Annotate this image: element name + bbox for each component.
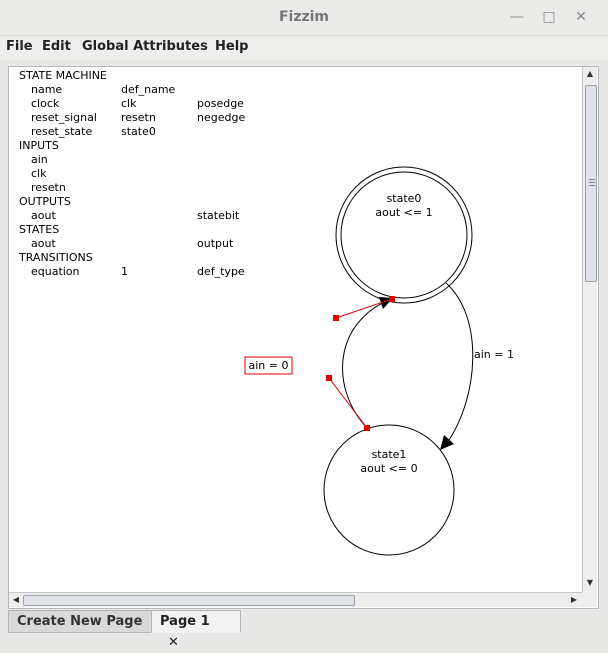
maximize-icon[interactable]: □ — [540, 8, 558, 26]
grip-line — [589, 182, 595, 183]
vertical-scroll-thumb[interactable] — [585, 85, 597, 282]
menu-file[interactable]: File — [6, 39, 33, 54]
tab-create-new-page[interactable]: Create New Page — [8, 610, 152, 633]
scroll-left-icon[interactable]: ◀ — [9, 593, 23, 607]
grip-line — [589, 185, 595, 186]
menu-bar: File Edit Global Attributes Help — [0, 36, 608, 60]
scroll-corner — [582, 592, 597, 607]
control-line — [335, 298, 393, 319]
state1-output: aout <= 0 — [360, 462, 417, 475]
state0-name: state0 — [387, 192, 422, 205]
menu-edit[interactable]: Edit — [42, 39, 71, 54]
control-handle[interactable] — [333, 315, 339, 321]
transition-1-to-0-label[interactable]: ain = 0 — [249, 359, 289, 372]
close-icon[interactable]: ✕ — [572, 8, 590, 26]
transition-0-to-1-arrowhead — [440, 435, 454, 450]
control-handle[interactable] — [326, 375, 332, 381]
state-diagram: state0 aout <= 1 state1 aout <= 0 ain = … — [244, 166, 514, 556]
scroll-up-icon[interactable]: ▲ — [583, 67, 597, 81]
state0-node[interactable]: state0 aout <= 1 — [335, 166, 473, 304]
transition-0-to-1-arc[interactable] — [445, 282, 474, 444]
transition-1-to-0-arc[interactable] — [342, 298, 392, 429]
title-bar: Fizzim — □ ✕ — [0, 0, 608, 36]
drawing-canvas[interactable]: STATE MACHINE name def_name clock clk po… — [8, 66, 599, 609]
control-line — [328, 377, 368, 429]
tab-create-new-page-label: Create New Page — [17, 614, 143, 629]
vertical-scrollbar[interactable]: ▲ ▼ — [582, 67, 597, 592]
tab-page-1[interactable]: Page 1 ✕ — [151, 610, 241, 650]
menu-global-attributes[interactable]: Global Attributes — [82, 39, 208, 54]
horizontal-scroll-thumb[interactable] — [23, 595, 355, 606]
minimize-icon[interactable]: — — [508, 8, 526, 26]
state0-output: aout <= 1 — [375, 206, 432, 219]
scroll-right-icon[interactable]: ▶ — [567, 593, 581, 607]
close-tab-icon[interactable]: ✕ — [168, 635, 179, 650]
control-handle[interactable] — [364, 425, 370, 431]
scroll-down-icon[interactable]: ▼ — [583, 576, 597, 590]
state1-node[interactable]: state1 aout <= 0 — [323, 424, 455, 556]
menu-help[interactable]: Help — [215, 39, 248, 54]
transition-0-to-1-label[interactable]: ain = 1 — [474, 348, 514, 361]
grip-line — [589, 179, 595, 180]
tab-page-1-label: Page 1 — [160, 614, 210, 629]
control-handle[interactable] — [389, 296, 395, 302]
horizontal-scrollbar[interactable]: ◀ ▶ — [9, 592, 582, 607]
state1-name: state1 — [372, 448, 407, 461]
